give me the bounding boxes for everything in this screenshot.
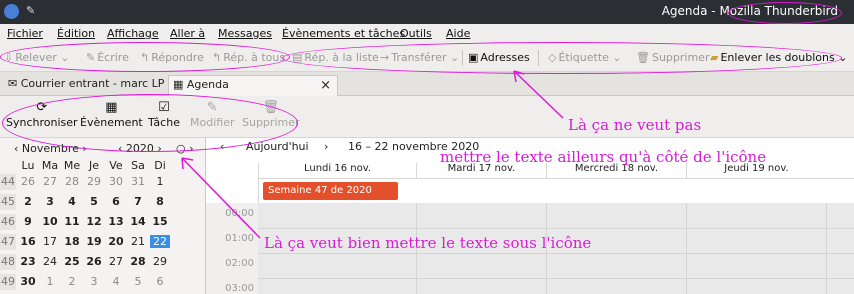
annotation-text: Là ça veut bien mettre le texte sous l'i…	[264, 234, 592, 252]
annotation-arrowhead	[181, 157, 184, 170]
annotation-arrow	[181, 157, 261, 239]
annotation-text: Là ça ne veut pas	[568, 116, 702, 134]
annotation-text: mettre le texte ailleurs qu'à côté de l'…	[440, 148, 767, 166]
annotation-arrow	[513, 70, 564, 119]
